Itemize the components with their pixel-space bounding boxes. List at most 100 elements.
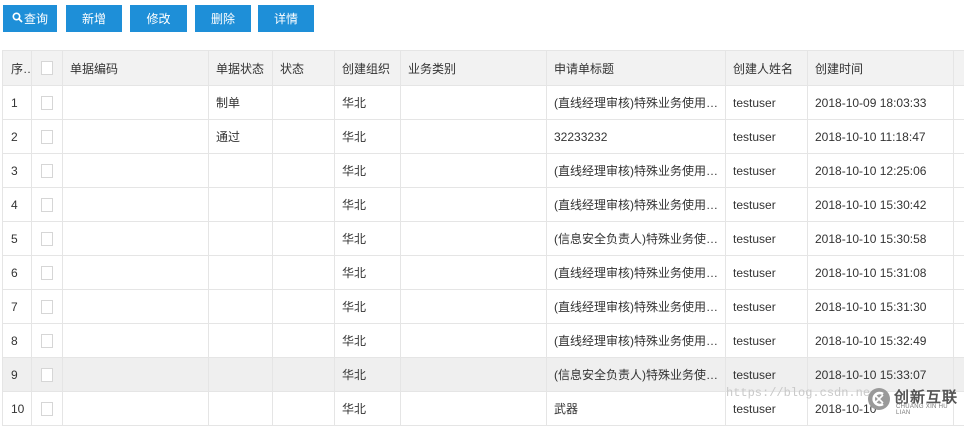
cell-filler (954, 290, 964, 324)
cell-select[interactable] (32, 86, 63, 120)
cell-created-time: 2018-10-09 18:03:33 (808, 86, 954, 120)
row-checkbox[interactable] (41, 198, 53, 212)
cell-seq: 2 (3, 120, 32, 154)
table-header-row: 序号 单据编码 单据状态 状态 创建组织 业务类别 申请单标题 创建人姓名 创建… (3, 51, 964, 86)
row-checkbox[interactable] (41, 266, 53, 280)
header-created-time[interactable]: 创建时间 (808, 51, 954, 86)
query-button[interactable]: 查询 (3, 5, 57, 32)
table-row[interactable]: 4华北(直线经理审核)特殊业务使用报备-提...testuser2018-10-… (3, 188, 964, 222)
table-row[interactable]: 3华北(直线经理审核)特殊业务使用报备-提...testuser2018-10-… (3, 154, 964, 188)
cell-select[interactable] (32, 154, 63, 188)
brand-logo: 创新互联 CHUANG XIN HU LIAN (866, 384, 962, 414)
cell-seq: 3 (3, 154, 32, 188)
brand-logo-icon (866, 386, 892, 412)
cell-code (63, 324, 209, 358)
row-checkbox[interactable] (41, 96, 53, 110)
cell-filler (954, 324, 964, 358)
cell-creator: testuser (726, 86, 808, 120)
cell-creator: testuser (726, 324, 808, 358)
table-row[interactable]: 6华北(直线经理审核)特殊业务使用报备-提...testuser2018-10-… (3, 256, 964, 290)
row-checkbox[interactable] (41, 164, 53, 178)
cell-code (63, 392, 209, 426)
row-checkbox[interactable] (41, 368, 53, 382)
cell-select[interactable] (32, 256, 63, 290)
row-checkbox[interactable] (41, 130, 53, 144)
query-button-label: 查询 (24, 12, 48, 26)
cell-select[interactable] (32, 290, 63, 324)
row-checkbox[interactable] (41, 402, 53, 416)
cell-doc-status: 通过 (209, 120, 273, 154)
cell-select[interactable] (32, 324, 63, 358)
cell-seq: 9 (3, 358, 32, 392)
cell-seq: 4 (3, 188, 32, 222)
row-checkbox[interactable] (41, 300, 53, 314)
detail-button[interactable]: 详情 (258, 5, 314, 32)
header-select-all[interactable] (32, 51, 63, 86)
cell-seq: 6 (3, 256, 32, 290)
header-status[interactable]: 状态 (273, 51, 335, 86)
cell-org: 华北 (335, 188, 401, 222)
cell-title: (直线经理审核)特殊业务使用报备-提... (547, 290, 726, 324)
cell-filler (954, 154, 964, 188)
cell-org: 华北 (335, 222, 401, 256)
cell-biz-type (401, 256, 547, 290)
cell-code (63, 256, 209, 290)
cell-created-time: 2018-10-10 12:25:06 (808, 154, 954, 188)
table-row[interactable]: 7华北(直线经理审核)特殊业务使用报备-提...testuser2018-10-… (3, 290, 964, 324)
cell-select[interactable] (32, 358, 63, 392)
cell-biz-type (401, 86, 547, 120)
cell-creator: testuser (726, 256, 808, 290)
table-row[interactable]: 2通过华北32233232testuser2018-10-10 11:18:47 (3, 120, 964, 154)
brand-logo-subtext: CHUANG XIN HU LIAN (896, 404, 962, 416)
add-button[interactable]: 新增 (66, 5, 122, 32)
cell-biz-type (401, 290, 547, 324)
cell-filler (954, 86, 964, 120)
header-org[interactable]: 创建组织 (335, 51, 401, 86)
edit-button[interactable]: 修改 (130, 5, 187, 32)
cell-biz-type (401, 324, 547, 358)
cell-status (273, 120, 335, 154)
select-all-checkbox[interactable] (41, 61, 53, 75)
cell-seq: 8 (3, 324, 32, 358)
cell-title: (直线经理审核)特殊业务使用报备-提... (547, 86, 726, 120)
header-title[interactable]: 申请单标题 (547, 51, 726, 86)
header-seq[interactable]: 序号 (3, 51, 32, 86)
cell-select[interactable] (32, 392, 63, 426)
table-row[interactable]: 1制单华北(直线经理审核)特殊业务使用报备-提...testuser2018-1… (3, 86, 964, 120)
cell-title: (直线经理审核)特殊业务使用报备-提... (547, 324, 726, 358)
delete-button[interactable]: 删除 (195, 5, 251, 32)
cell-org: 华北 (335, 290, 401, 324)
cell-status (273, 324, 335, 358)
cell-created-time: 2018-10-10 15:30:58 (808, 222, 954, 256)
cell-title: (直线经理审核)特殊业务使用报备-提... (547, 188, 726, 222)
cell-code (63, 86, 209, 120)
header-biz-type[interactable]: 业务类别 (401, 51, 547, 86)
cell-title: 32233232 (547, 120, 726, 154)
data-grid: 序号 单据编码 单据状态 状态 创建组织 业务类别 申请单标题 创建人姓名 创建… (2, 50, 964, 426)
cell-filler (954, 222, 964, 256)
table-row[interactable]: 5华北(信息安全负责人)特殊业务使用报备-...testuser2018-10-… (3, 222, 964, 256)
cell-doc-status (209, 154, 273, 188)
cell-created-time: 2018-10-10 15:32:49 (808, 324, 954, 358)
cell-creator: testuser (726, 120, 808, 154)
cell-doc-status (209, 256, 273, 290)
cell-filler (954, 256, 964, 290)
table-body: 1制单华北(直线经理审核)特殊业务使用报备-提...testuser2018-1… (3, 86, 964, 426)
cell-status (273, 358, 335, 392)
table-row[interactable]: 8华北(直线经理审核)特殊业务使用报备-提...testuser2018-10-… (3, 324, 964, 358)
row-checkbox[interactable] (41, 334, 53, 348)
watermark-url: https://blog.csdn.ne (726, 386, 870, 400)
row-checkbox[interactable] (41, 232, 53, 246)
cell-select[interactable] (32, 120, 63, 154)
cell-select[interactable] (32, 188, 63, 222)
cell-code (63, 358, 209, 392)
header-filler (954, 51, 964, 86)
header-code[interactable]: 单据编码 (63, 51, 209, 86)
cell-select[interactable] (32, 222, 63, 256)
cell-created-time: 2018-10-10 15:31:30 (808, 290, 954, 324)
header-doc-status[interactable]: 单据状态 (209, 51, 273, 86)
cell-biz-type (401, 188, 547, 222)
cell-status (273, 256, 335, 290)
cell-doc-status (209, 324, 273, 358)
header-creator[interactable]: 创建人姓名 (726, 51, 808, 86)
